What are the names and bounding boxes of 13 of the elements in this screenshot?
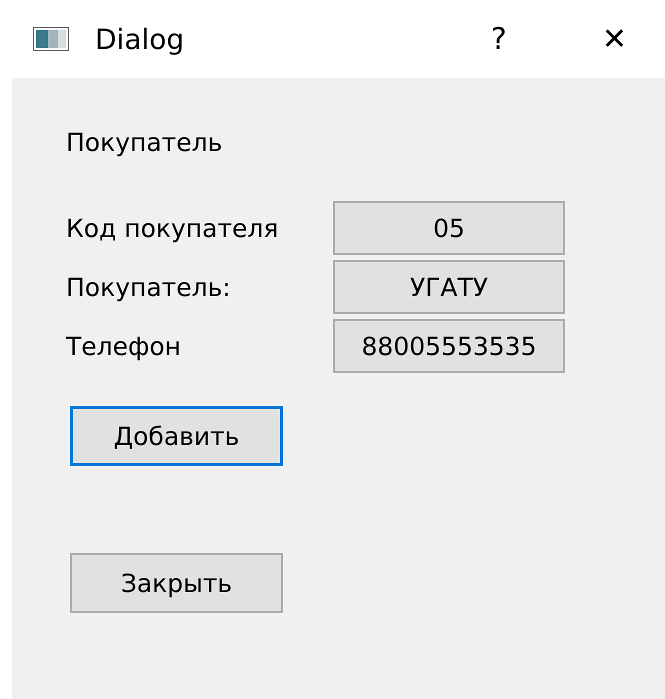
help-button[interactable]: ? (490, 22, 507, 56)
window-icon (33, 27, 69, 51)
input-field[interactable]: 88005553535 (333, 319, 565, 373)
field-label: Телефон (66, 332, 182, 360)
push-button[interactable]: Закрыть (70, 553, 283, 613)
push-button[interactable]: Добавить (70, 406, 283, 466)
input-field[interactable]: 05 (333, 201, 565, 255)
window-title: Dialog (95, 22, 186, 56)
close-button[interactable]: ✕ (602, 22, 627, 56)
section-heading: Покупатель (66, 128, 222, 157)
input-field[interactable]: УГАТУ (333, 260, 565, 314)
field-label: Покупатель: (66, 272, 232, 302)
field-label: Код покупателя (66, 214, 280, 242)
